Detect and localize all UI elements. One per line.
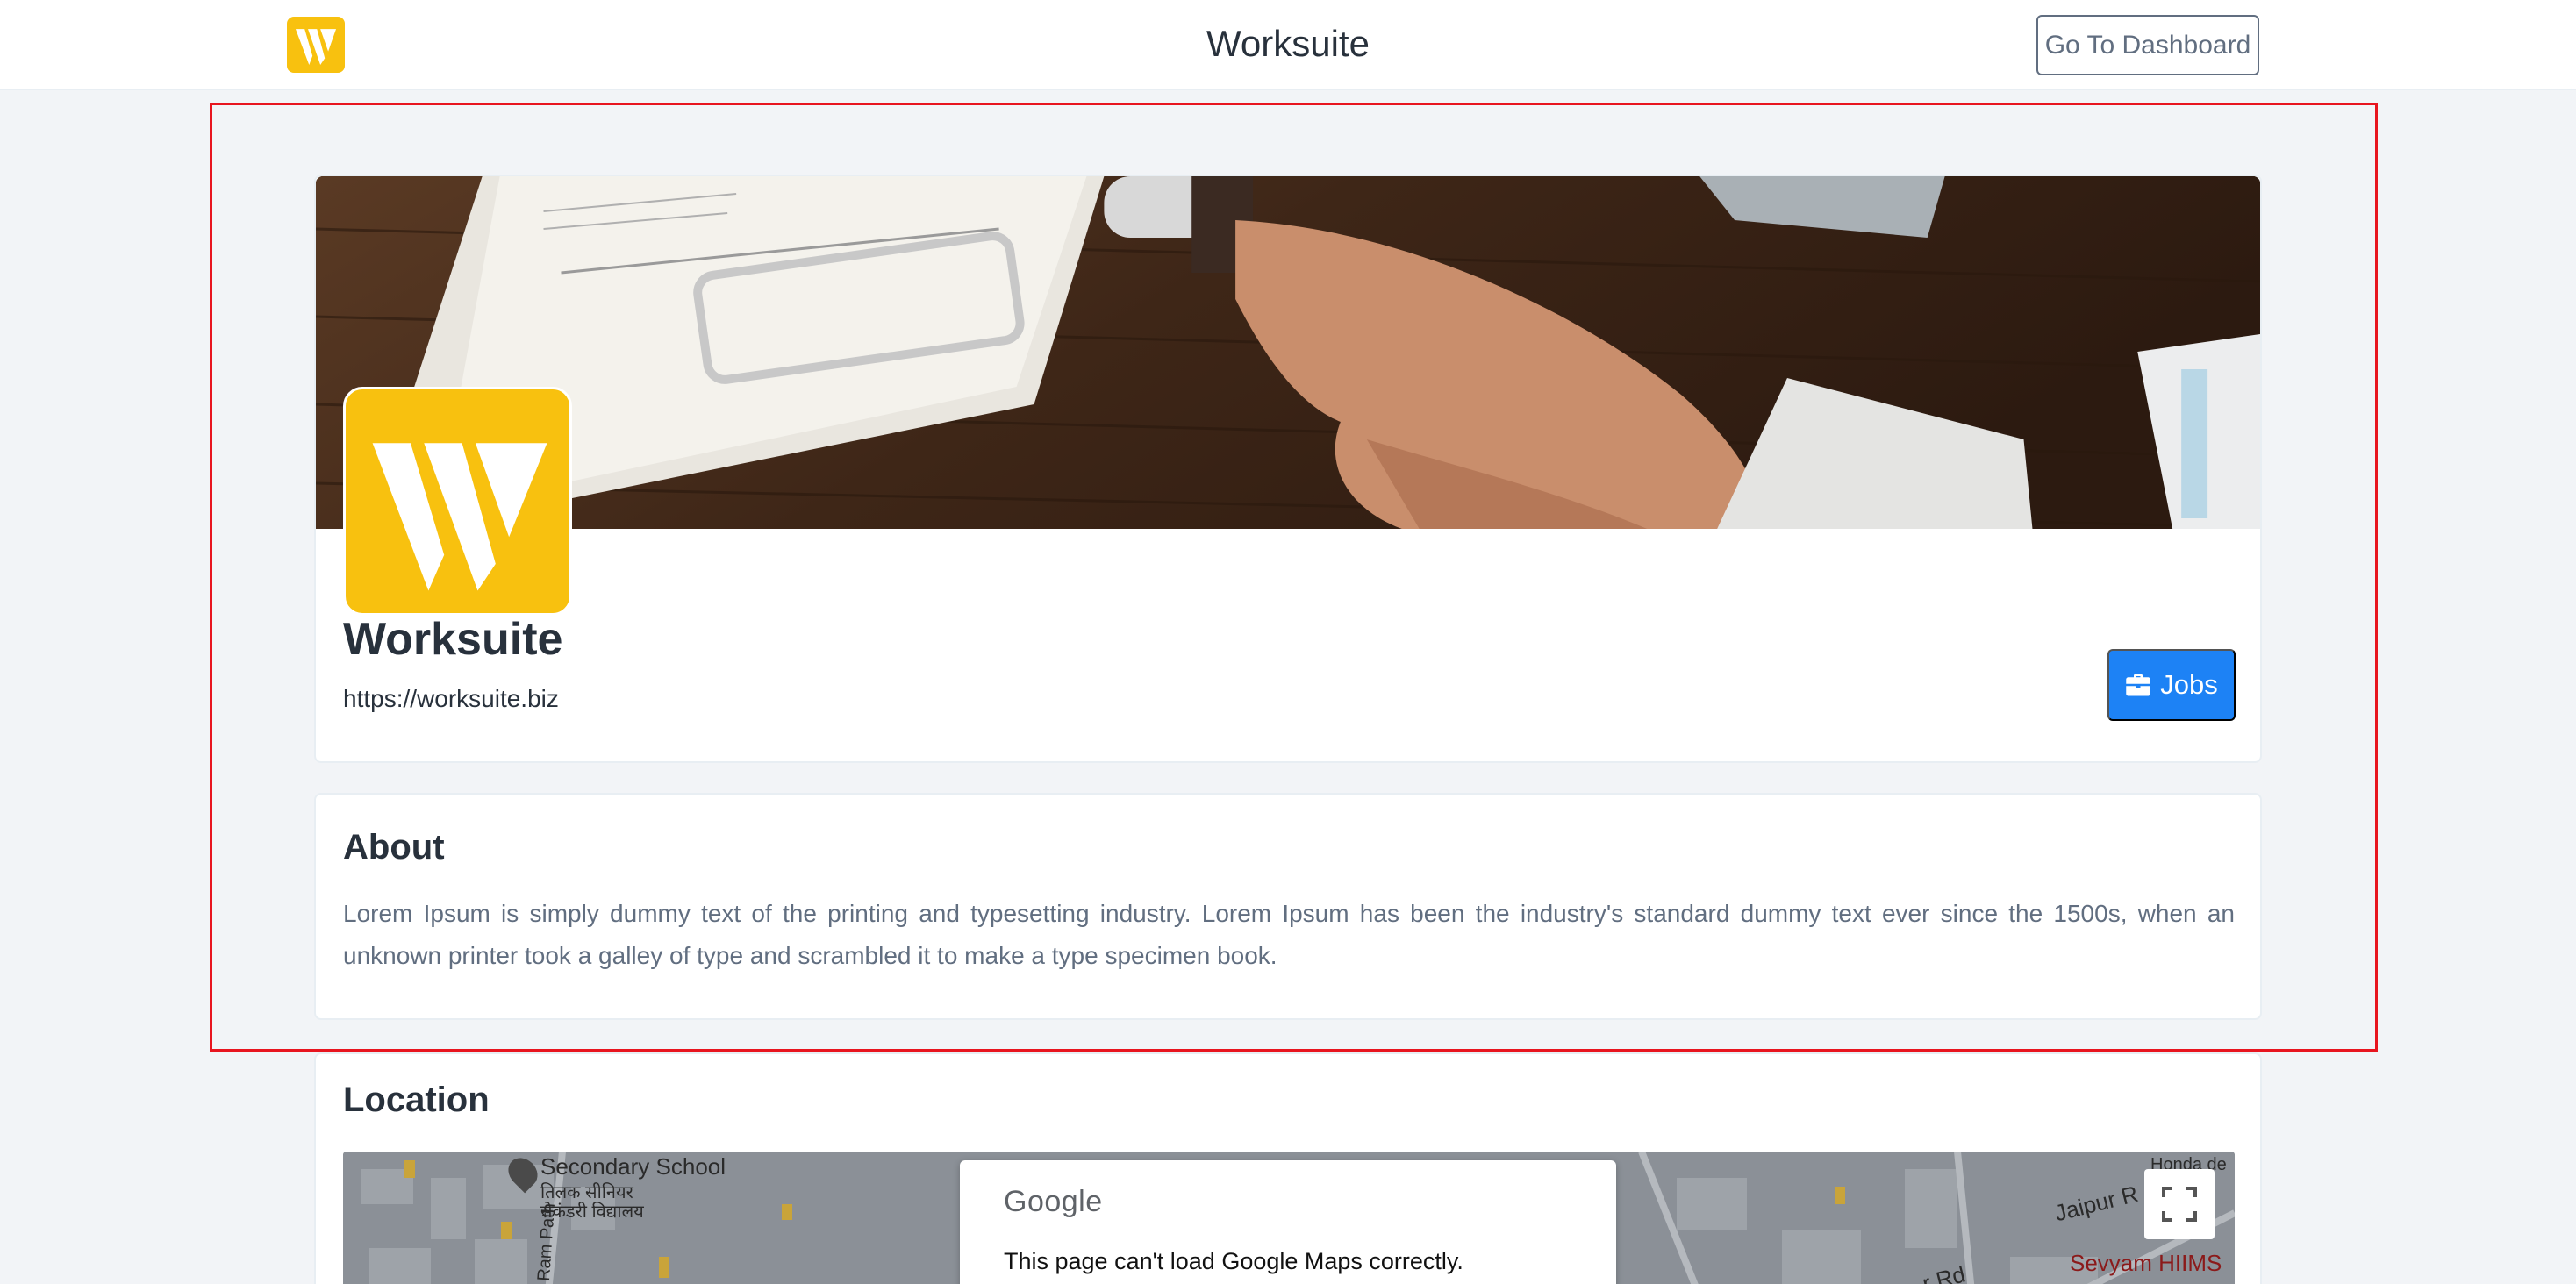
- location-title: Location: [343, 1081, 490, 1119]
- map-fullscreen-button[interactable]: [2144, 1169, 2215, 1239]
- map-label-sevyam: Sevyam HIIMS: [2070, 1250, 2222, 1276]
- about-title: About: [343, 828, 445, 867]
- briefcase-icon: [2126, 674, 2150, 696]
- company-website-link[interactable]: https://worksuite.biz: [343, 685, 559, 713]
- map-error-dialog: Google This page can't load Google Maps …: [960, 1160, 1616, 1284]
- map-label-secondary-school: Secondary School: [540, 1153, 726, 1180]
- company-name: Worksuite: [343, 614, 563, 665]
- jobs-button[interactable]: Jobs: [2107, 649, 2236, 721]
- cover-image: [316, 176, 2260, 529]
- company-profile-card: Worksuite https://worksuite.biz Jobs: [314, 175, 2262, 763]
- fullscreen-icon: [2162, 1187, 2197, 1222]
- google-map[interactable]: Secondary School तिलक सीनियर सेकंडरी विद…: [343, 1152, 2235, 1284]
- company-logo-icon: [343, 387, 572, 616]
- go-to-dashboard-button[interactable]: Go To Dashboard: [2036, 15, 2259, 75]
- jobs-button-label: Jobs: [2160, 669, 2218, 700]
- about-card: About Lorem Ipsum is simply dummy text o…: [314, 793, 2262, 1020]
- map-error-message: This page can't load Google Maps correct…: [1004, 1248, 1463, 1274]
- location-card: Location Secondary School तिलक सीनियर से…: [314, 1052, 2262, 1284]
- about-text: Lorem Ipsum is simply dummy text of the …: [343, 900, 2235, 969]
- google-logo: Google: [1004, 1185, 1103, 1218]
- top-navbar: Worksuite Go To Dashboard: [0, 0, 2576, 90]
